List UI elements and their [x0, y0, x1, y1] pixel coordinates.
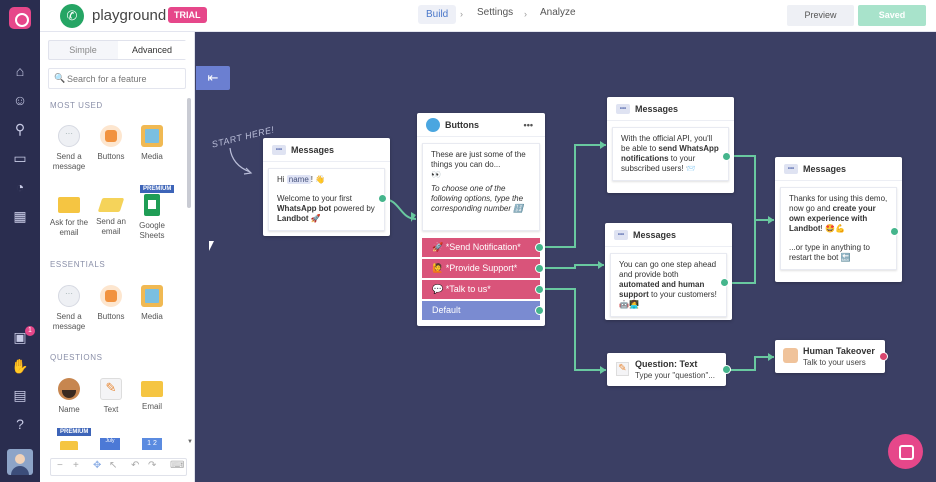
option-default[interactable]: Default [422, 301, 540, 320]
question-text: Type your "question"... [635, 371, 715, 380]
output-connector[interactable] [722, 365, 731, 374]
node-title: Question: Text [635, 359, 698, 369]
message-bubble: Thanks for using this demo, now go and c… [780, 187, 897, 270]
output-connector[interactable] [720, 278, 729, 287]
output-connector[interactable] [879, 352, 888, 361]
message-icon: ••• [616, 104, 630, 114]
support-chat-button[interactable] [888, 434, 923, 469]
messages-node-thanks[interactable]: ••• Messages Thanks for using this demo, … [775, 157, 902, 282]
option-send-notification[interactable]: 🚀 *Send Notification* [422, 238, 540, 257]
message-bubble: These are just some of the things you ca… [422, 143, 540, 231]
node-title: Messages [633, 230, 677, 240]
output-connector[interactable] [535, 243, 544, 252]
node-title: Messages [635, 104, 679, 114]
message-icon: ••• [272, 145, 286, 155]
output-connector[interactable] [378, 194, 387, 203]
output-connector[interactable] [722, 152, 731, 161]
buttons-node-icon [426, 118, 440, 132]
question-text-node[interactable]: ✎ Question: Text Type your "question"... [607, 353, 731, 386]
takeover-text: Talk to your users [803, 358, 866, 367]
messages-node-support[interactable]: ••• Messages You can go one step ahead an… [605, 223, 732, 320]
node-title: Buttons [445, 120, 479, 130]
messages-node-welcome[interactable]: ••• Messages Hi name! 👋 Welcome to your f… [263, 138, 390, 236]
agent-icon [783, 348, 798, 363]
messages-node-notifications[interactable]: ••• Messages With the official API, you'l… [607, 97, 734, 193]
output-connector[interactable] [535, 306, 544, 315]
node-title: Messages [291, 145, 335, 155]
pencil-icon: ✎ [616, 362, 629, 376]
node-menu-icon[interactable]: ••• [524, 113, 533, 137]
message-bubble: Hi name! 👋 Welcome to your first WhatsAp… [268, 168, 385, 231]
human-takeover-node[interactable]: Human Takeover Talk to your users [775, 340, 888, 373]
name-variable: name [286, 175, 311, 184]
option-talk-to-us[interactable]: 💬 *Talk to us* [422, 280, 540, 299]
message-icon: ••• [614, 230, 628, 240]
message-icon: ••• [784, 164, 798, 174]
node-title: Messages [803, 164, 847, 174]
message-bubble: You can go one step ahead and provide bo… [610, 253, 727, 317]
message-bubble: With the official API, you'll be able to… [612, 127, 729, 181]
node-title: Human Takeover [803, 346, 875, 356]
buttons-node[interactable]: Buttons ••• These are just some of the th… [417, 113, 545, 326]
option-provide-support[interactable]: 🙋 *Provide Support* [422, 259, 540, 278]
mouse-cursor [209, 241, 214, 251]
output-connector[interactable] [890, 227, 899, 236]
output-connector[interactable] [535, 264, 544, 273]
output-connector[interactable] [535, 285, 544, 294]
